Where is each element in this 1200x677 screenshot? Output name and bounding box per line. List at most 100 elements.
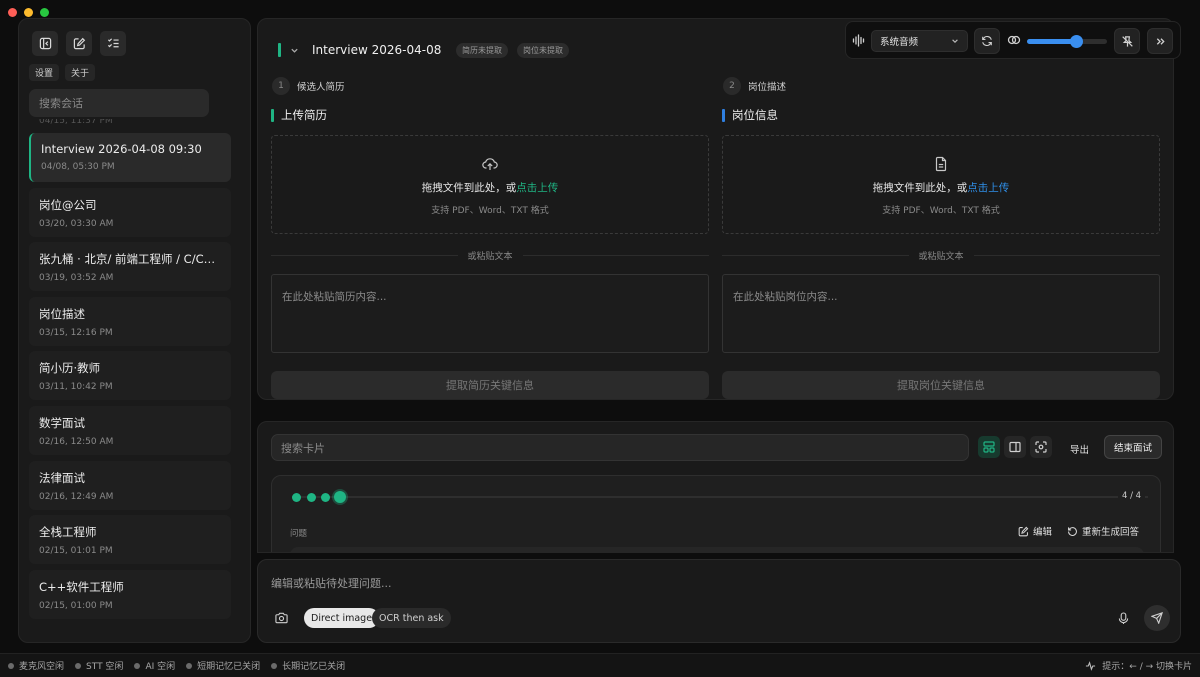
status-item: 麦克风空闲 <box>8 659 64 672</box>
status-items: 麦克风空闲 STT 空闲 AI 空闲 短期记忆已关闭 长期记忆已关闭 <box>8 659 356 672</box>
view-split-button[interactable] <box>1004 436 1026 458</box>
close-window-button[interactable] <box>8 8 17 17</box>
split-panel-icon <box>1009 441 1021 453</box>
collapse-sidebar-button[interactable] <box>32 31 58 56</box>
job-step-number: 2 <box>723 77 741 95</box>
upload-cloud-icon <box>482 158 498 170</box>
view-grid-button[interactable] <box>978 436 1000 458</box>
card-search-input[interactable]: 搜索卡片 <box>271 434 969 461</box>
volume-slider[interactable] <box>1027 35 1107 48</box>
settings-button[interactable]: 设置 <box>29 64 60 81</box>
session-date: 02/15, 01:00 PM <box>39 600 113 611</box>
end-interview-button[interactable]: 结束面试 <box>1104 435 1162 459</box>
export-button[interactable]: 导出 <box>1070 442 1089 456</box>
job-step-label: 岗位描述 <box>748 82 787 93</box>
mode-ocr-button[interactable]: OCR then ask <box>372 608 451 628</box>
status-dot <box>75 662 82 669</box>
section-accent-bar <box>271 108 274 122</box>
audio-source-value: 系统音频 <box>880 37 919 48</box>
mode-direct-image-button[interactable]: Direct image <box>304 608 380 628</box>
job-format-hint: 支持 PDF、Word、TXT 格式 <box>882 206 1000 216</box>
session-item[interactable]: 法律面试 02/16, 12:49 AM <box>29 460 231 510</box>
microphone-icon[interactable] <box>1118 612 1129 625</box>
session-item[interactable]: 简小历·教师 03/11, 10:42 PM <box>29 351 231 401</box>
status-item: 长期记忆已关闭 <box>271 659 345 672</box>
session-item[interactable]: C++软件工程师 02/15, 01:00 PM <box>29 569 231 619</box>
session-item[interactable]: Interview 2026-04-08 09:30 04/08, 05:30 P… <box>29 133 231 182</box>
refresh-audio-button[interactable] <box>974 28 1000 54</box>
link-icon[interactable] <box>1007 33 1021 47</box>
screenshot-button[interactable] <box>1030 436 1052 458</box>
session-list: 04/15, 11:37 PM Interview 2026-04-08 09:… <box>29 119 231 639</box>
about-button[interactable]: 关于 <box>65 64 96 81</box>
edit-question-button[interactable]: 编辑 <box>1018 524 1052 538</box>
session-search-input[interactable]: 搜索会话 <box>29 89 209 117</box>
status-dot <box>271 662 278 669</box>
activity-icon <box>1086 660 1096 671</box>
new-session-button[interactable] <box>66 31 92 56</box>
unpin-window-button[interactable] <box>1114 28 1140 54</box>
resume-status-badge: 简历未提取 <box>456 43 508 58</box>
job-dropzone[interactable]: 拖拽文件到此处，或点击上传 支持 PDF、Word、TXT 格式 <box>722 135 1160 234</box>
status-label: 短期记忆已关闭 <box>197 662 261 672</box>
session-date: 02/16, 12:50 AM <box>39 436 114 447</box>
maximize-window-button[interactable] <box>40 8 49 17</box>
edit-icon <box>1018 526 1029 536</box>
status-dot <box>186 662 193 669</box>
progress-dot[interactable] <box>321 492 330 502</box>
resume-step-label: 候选人简历 <box>297 82 345 93</box>
chevron-down-icon <box>952 39 958 43</box>
extract-job-button[interactable]: 提取岗位关键信息 <box>722 371 1160 399</box>
resume-step: 1 候选人简历 <box>272 77 345 95</box>
session-title: 全栈工程师 <box>39 525 97 540</box>
session-item[interactable]: 全栈工程师 02/15, 01:01 PM <box>29 515 231 565</box>
resume-dropzone[interactable]: 拖拽文件到此处，或点击上传 支持 PDF、Word、TXT 格式 <box>271 135 709 234</box>
session-date: 04/08, 05:30 PM <box>41 162 115 172</box>
progress-dot-current[interactable] <box>334 491 346 503</box>
job-upload-link[interactable]: 点击上传 <box>967 182 1009 194</box>
session-title: 张九桶 · 北京/ 前端工程师 / C/C++... <box>39 252 221 267</box>
status-dot <box>8 662 14 669</box>
question-input[interactable]: 编辑或粘贴待处理问题... <box>271 575 392 591</box>
session-title: 岗位描述 <box>39 306 85 321</box>
checklist-icon <box>107 38 119 48</box>
job-paste-divider: 或粘贴文本 <box>722 249 1160 262</box>
resume-paste-textarea[interactable]: 在此处粘贴简历内容... <box>271 274 709 353</box>
resume-upload-link[interactable]: 点击上传 <box>516 182 558 194</box>
send-button[interactable] <box>1144 605 1170 631</box>
window-controls <box>8 8 49 17</box>
regenerate-answer-button[interactable]: 重新生成回答 <box>1067 524 1139 538</box>
progress-dot[interactable] <box>306 492 316 502</box>
session-item[interactable]: 数学面试 02/16, 12:50 AM <box>29 405 231 455</box>
session-date: 02/15, 01:01 PM <box>39 546 113 557</box>
screen-capture-icon <box>1035 441 1047 453</box>
job-paste-textarea[interactable]: 在此处粘贴岗位内容... <box>722 274 1160 353</box>
extract-resume-button[interactable]: 提取简历关键信息 <box>271 371 709 399</box>
chevron-down-icon[interactable] <box>290 46 299 55</box>
status-hint: 提示：← / → 切换卡片 <box>1085 659 1192 672</box>
volume-slider-thumb[interactable] <box>1070 35 1084 48</box>
minimize-window-button[interactable] <box>24 8 33 17</box>
session-date: 02/16, 12:49 AM <box>39 491 114 502</box>
rotate-ccw-icon <box>1068 526 1077 536</box>
session-item[interactable]: 张九桶 · 北京/ 前端工程师 / C/C++... 03/19, 03:52 A… <box>29 242 231 292</box>
session-item-partial-date: 04/15, 11:37 PM <box>39 119 113 126</box>
question-input-box: 编辑或粘贴待处理问题... Direct image OCR then ask <box>257 559 1181 643</box>
audio-toolbar: 系统音频 <box>845 21 1181 59</box>
session-item[interactable]: 岗位描述 03/15, 12:16 PM <box>29 296 231 346</box>
camera-icon[interactable] <box>275 612 288 624</box>
session-item[interactable]: 岗位@公司 03/20, 03:30 AM <box>29 187 231 237</box>
question-content <box>290 547 1144 552</box>
session-title: 岗位@公司 <box>39 197 97 212</box>
session-title: C++软件工程师 <box>39 579 124 594</box>
status-item: 短期记忆已关闭 <box>186 659 260 672</box>
session-date: 03/20, 03:30 AM <box>39 218 114 229</box>
resume-section-title: 上传简历 <box>281 108 327 122</box>
interview-title[interactable]: Interview 2026-04-08 09:30 <box>312 43 444 57</box>
collapse-toolbar-button[interactable] <box>1147 28 1173 54</box>
cards-panel: 搜索卡片 导出 结束面试 4 / 4 问题 编辑 重新生成回答 <box>257 421 1174 553</box>
title-accent-bar <box>278 43 281 57</box>
task-list-button[interactable] <box>100 31 126 56</box>
audio-source-select[interactable]: 系统音频 <box>871 30 968 52</box>
progress-dot[interactable] <box>292 492 301 502</box>
